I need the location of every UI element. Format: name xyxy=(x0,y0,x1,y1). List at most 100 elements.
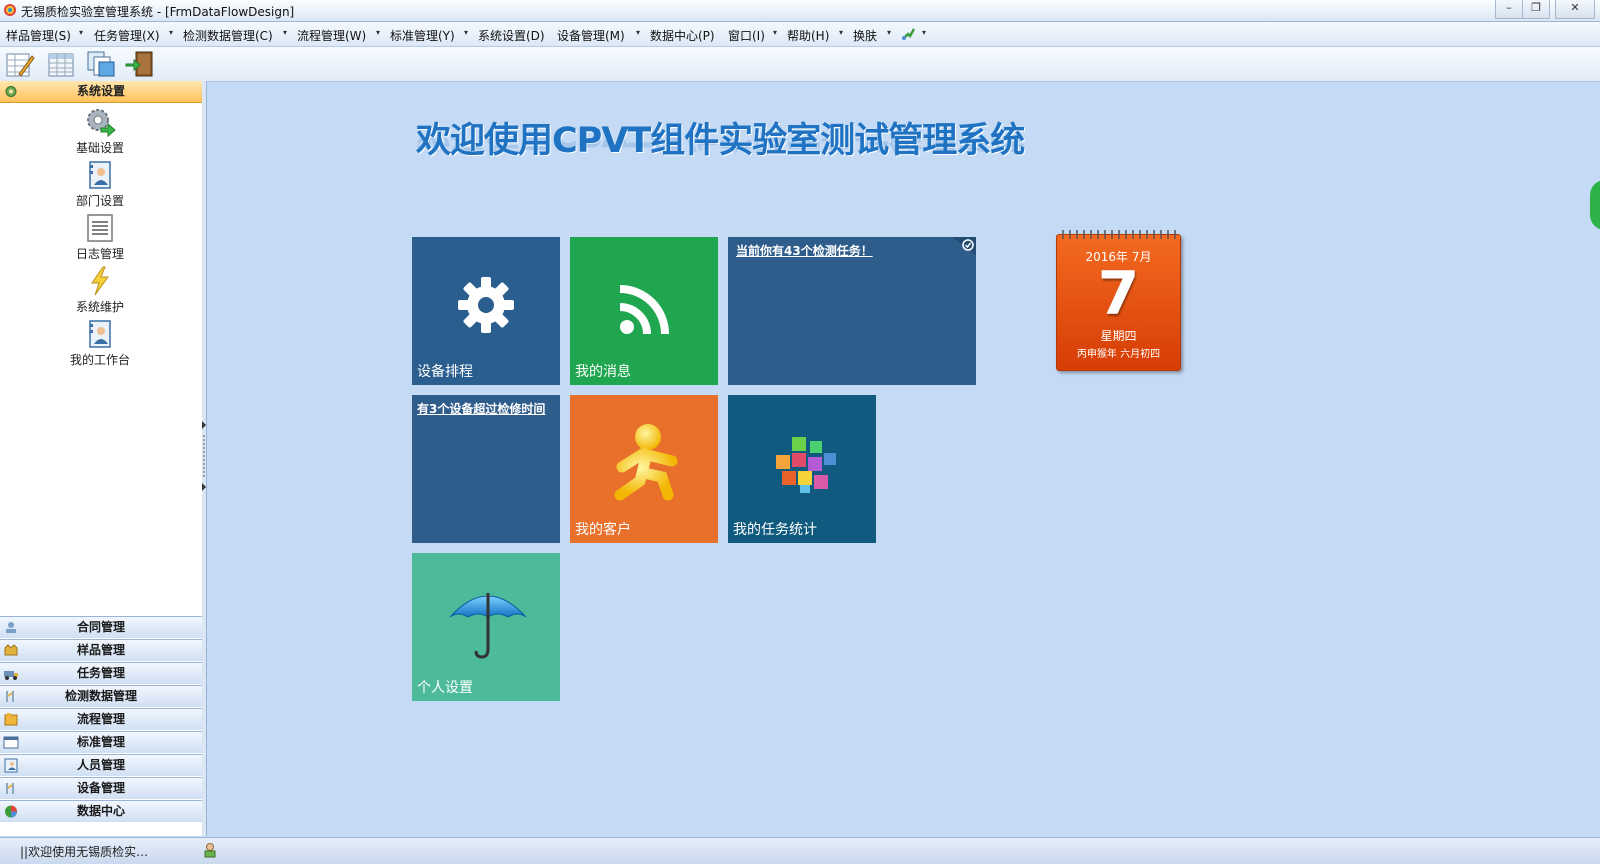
menu-flow[interactable]: 流程管理(W) xyxy=(297,27,366,44)
copy-documents-icon[interactable] xyxy=(86,50,116,78)
sidebar-splitter[interactable] xyxy=(202,81,207,836)
plugin-icon[interactable] xyxy=(900,26,916,42)
title-bar: 无锡质检实验室管理系统 - [FrmDataFlowDesign] – ❐ ✕ xyxy=(0,0,1600,22)
menu-help-caret-icon[interactable]: ▾ xyxy=(839,28,843,37)
menu-bar: 样品管理(S) ▾ 任务管理(X) ▾ 检测数据管理(C) ▾ 流程管理(W) … xyxy=(0,22,1600,47)
sidebar-section-contract[interactable]: 合同管理 xyxy=(0,616,202,638)
umbrella-icon xyxy=(449,593,527,659)
menu-test-data[interactable]: 检测数据管理(C) xyxy=(183,27,273,44)
menu-sample-caret-icon[interactable]: ▾ xyxy=(79,28,83,37)
running-man-icon xyxy=(614,424,678,501)
sidebar-section-label: 数据中心 xyxy=(76,804,125,818)
menu-window-caret-icon[interactable]: ▾ xyxy=(773,28,777,37)
menu-skin-caret-icon[interactable]: ▾ xyxy=(887,28,891,37)
toolbar xyxy=(0,47,1600,82)
menu-flow-caret-icon[interactable]: ▾ xyxy=(376,28,380,37)
sidebar-item-basic-settings[interactable]: 基础设置 xyxy=(40,106,160,156)
gear-arrow-icon xyxy=(87,109,116,138)
equipment-icon xyxy=(6,783,14,794)
check-corner-icon xyxy=(952,237,976,255)
sidebar-section-personnel[interactable]: 人员管理 xyxy=(0,754,202,776)
menu-standard[interactable]: 标准管理(Y) xyxy=(390,27,455,44)
sidebar-section-task[interactable]: 任务管理 xyxy=(0,662,202,684)
standard-icon xyxy=(3,736,19,749)
welcome-reflection: 欢迎使用CPVT组件实验室测试管理系统 xyxy=(416,138,1024,162)
calendar-weekday: 星期四 xyxy=(1100,329,1137,343)
table-grid-icon[interactable] xyxy=(46,50,76,78)
task-notice-text[interactable]: 当前你有43个检测任务！ xyxy=(736,242,873,259)
tile-label: 我的客户 xyxy=(575,522,631,538)
lightning-icon xyxy=(91,266,109,296)
colored-cubes-icon xyxy=(776,437,836,493)
sidebar-section-label: 标准管理 xyxy=(76,735,125,749)
app-logo-icon xyxy=(4,4,16,16)
department-icon xyxy=(89,161,111,189)
menu-sample[interactable]: 样品管理(S) xyxy=(6,27,71,44)
workbench-icon xyxy=(89,320,111,348)
contract-icon xyxy=(6,622,16,633)
sidebar-section-standard[interactable]: 标准管理 xyxy=(0,731,202,753)
sidebar-item-maintenance[interactable]: 系统维护 xyxy=(40,265,160,315)
rss-icon xyxy=(619,285,669,335)
task-icon xyxy=(4,671,18,680)
sidebar-item-log[interactable]: 日志管理 xyxy=(40,212,160,262)
flow-icon xyxy=(4,713,18,726)
close-button[interactable]: ✕ xyxy=(1555,0,1595,19)
sidebar-item-label: 基础设置 xyxy=(75,141,124,155)
menu-window[interactable]: 窗口(I) xyxy=(728,27,765,44)
status-text: ||欢迎使用无锡质检实… xyxy=(20,845,149,859)
menu-equipment[interactable]: 设备管理(M) xyxy=(557,27,625,44)
tile-task-statistics[interactable]: 我的任务统计 xyxy=(728,395,876,543)
sample-icon xyxy=(4,644,18,656)
menu-system[interactable]: 系统设置(D) xyxy=(478,27,545,44)
sidebar-item-label: 部门设置 xyxy=(75,194,124,208)
sidebar-section-label: 流程管理 xyxy=(76,712,125,726)
tile-personal-settings[interactable]: 个人设置 xyxy=(412,553,560,701)
sidebar-header[interactable]: 系统设置 xyxy=(0,81,202,103)
test-data-icon xyxy=(6,691,14,702)
sidebar-section-equipment[interactable]: 设备管理 xyxy=(0,777,202,799)
tile-task-notice[interactable]: 当前你有43个检测任务！ xyxy=(728,237,976,385)
menu-equipment-caret-icon[interactable]: ▾ xyxy=(636,28,640,37)
sidebar-item-label: 我的工作台 xyxy=(69,353,130,367)
tile-equipment-schedule[interactable]: 设备排程 xyxy=(412,237,560,385)
calendar-rings-icon xyxy=(1062,230,1176,239)
system-settings-icon xyxy=(5,86,17,97)
menu-task-caret-icon[interactable]: ▾ xyxy=(169,28,173,37)
splitter-grip-icon xyxy=(202,421,206,491)
sidebar-section-label: 样品管理 xyxy=(76,643,125,657)
user-status-icon xyxy=(204,843,216,858)
calendar-lunar-date: 丙申猴年 六月初四 xyxy=(1076,349,1161,360)
tile-my-customers[interactable]: 我的客户 xyxy=(570,395,718,543)
menu-skin[interactable]: 换肤 xyxy=(853,27,877,44)
menu-standard-caret-icon[interactable]: ▾ xyxy=(464,28,468,37)
tile-my-messages[interactable]: 我的消息 xyxy=(570,237,718,385)
menu-test-data-caret-icon[interactable]: ▾ xyxy=(283,28,287,37)
overdue-notice-text[interactable]: 有3个设备超过检修时间 xyxy=(417,400,545,417)
sidebar-item-label: 日志管理 xyxy=(75,247,124,261)
sidebar-item-workbench[interactable]: 我的工作台 xyxy=(40,318,160,368)
sidebar-item-label: 系统维护 xyxy=(75,300,124,314)
sidebar-section-label: 检测数据管理 xyxy=(64,689,137,703)
menu-plugin-caret-icon[interactable]: ▾ xyxy=(922,28,926,37)
sidebar-section-sample[interactable]: 样品管理 xyxy=(0,639,202,661)
edit-form-icon[interactable] xyxy=(5,50,35,78)
menu-task[interactable]: 任务管理(X) xyxy=(94,27,160,44)
sidebar-section-test-data[interactable]: 检测数据管理 xyxy=(0,685,202,707)
tile-overdue-equipment[interactable]: 有3个设备超过检修时间 xyxy=(412,395,560,543)
sidebar-header-label: 系统设置 xyxy=(76,84,125,98)
sidebar-section-label: 设备管理 xyxy=(76,781,125,795)
edge-float-button[interactable] xyxy=(1590,180,1600,230)
sidebar-item-department[interactable]: 部门设置 xyxy=(40,159,160,209)
minimize-button[interactable]: – xyxy=(1495,0,1523,19)
menu-data-center[interactable]: 数据中心(P) xyxy=(650,27,715,44)
sidebar-section-flow[interactable]: 流程管理 xyxy=(0,708,202,730)
exit-door-icon[interactable] xyxy=(124,50,154,78)
menu-help[interactable]: 帮助(H) xyxy=(787,27,829,44)
log-icon xyxy=(87,214,113,242)
calendar-day: 7 xyxy=(1097,259,1140,329)
sidebar-section-data-center[interactable]: 数据中心 xyxy=(0,800,202,822)
restore-button[interactable]: ❐ xyxy=(1522,0,1550,19)
tile-label: 设备排程 xyxy=(417,364,473,380)
tile-label: 个人设置 xyxy=(417,680,473,696)
